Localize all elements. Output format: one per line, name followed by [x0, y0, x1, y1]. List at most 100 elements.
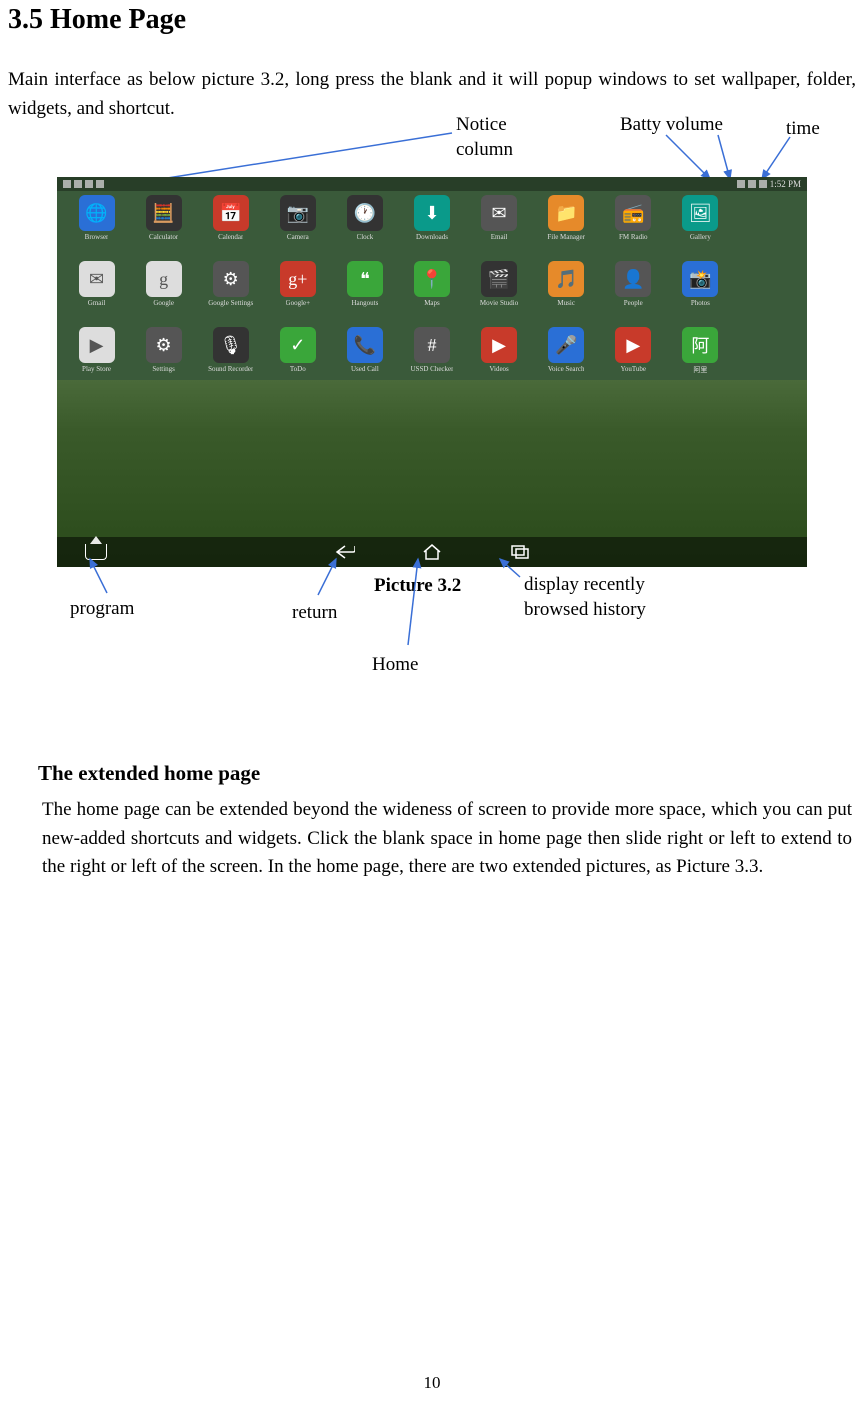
app-label: Play Store: [82, 365, 111, 373]
notification-icon: [96, 180, 104, 188]
app-icon[interactable]: 📸Photos: [669, 261, 732, 323]
app-glyph-icon: 阿: [682, 327, 718, 363]
app-icon: [736, 261, 799, 323]
app-icon[interactable]: #USSD Checker: [400, 327, 463, 389]
app-label: FM Radio: [619, 233, 648, 241]
navigation-bar: [57, 537, 807, 567]
app-label: 阿里: [693, 365, 707, 375]
app-label: Used Call: [351, 365, 379, 373]
app-icon[interactable]: 📍 Maps: [400, 261, 463, 323]
app-icon[interactable]: 📅 Calendar: [199, 195, 262, 257]
app-icon[interactable]: ❝ Hangouts: [333, 261, 396, 323]
app-glyph-icon: #: [414, 327, 450, 363]
app-label: Photos: [691, 299, 710, 307]
app-icon[interactable]: 📷Camera: [266, 195, 329, 257]
app-icon[interactable]: 📻 FM Radio: [602, 195, 665, 257]
app-icon[interactable]: 📁File Manager: [535, 195, 598, 257]
app-icon[interactable]: ✓ToDo: [266, 327, 329, 389]
app-icon[interactable]: 🌐 Browser: [65, 195, 128, 257]
app-glyph-icon: ⬇: [414, 195, 450, 231]
app-glyph-icon: 🧮: [146, 195, 182, 231]
app-glyph-icon: 📷: [280, 195, 316, 231]
app-icon[interactable]: ⬇ Downloads: [400, 195, 463, 257]
app-icon[interactable]: 🎵 Music: [535, 261, 598, 323]
section-heading: 3.5 Home Page: [8, 4, 864, 36]
app-icon[interactable]: ▶YouTube: [602, 327, 665, 389]
app-label: Voice Search: [548, 365, 585, 373]
app-icon: [736, 327, 799, 389]
app-label: Sound Recorder: [208, 365, 253, 373]
app-glyph-icon: g+: [280, 261, 316, 297]
app-glyph-icon: 🌐: [79, 195, 115, 231]
sub-heading: The extended home page: [38, 761, 864, 786]
label-return: return: [292, 601, 337, 626]
app-icon: [736, 195, 799, 257]
app-label: Movie Studio: [480, 299, 518, 307]
notification-icon: [85, 180, 93, 188]
app-icon[interactable]: 阿阿里: [669, 327, 732, 389]
app-label: Hangouts: [351, 299, 378, 307]
app-glyph-icon: 🕐: [347, 195, 383, 231]
body-paragraph-2: The home page can be extended beyond the…: [42, 796, 852, 882]
clock-text: 1:52 PM: [770, 179, 801, 189]
app-glyph-icon: ⚙: [213, 261, 249, 297]
app-glyph-icon: 🎵: [548, 261, 584, 297]
app-label: Downloads: [416, 233, 448, 241]
app-glyph-icon: 📅: [213, 195, 249, 231]
notification-area[interactable]: [63, 180, 104, 188]
back-button[interactable]: [330, 542, 358, 562]
app-glyph-icon: ▶: [481, 327, 517, 363]
label-batty-volume: Batty volume: [620, 113, 723, 138]
app-icon[interactable]: 📞Used Call: [333, 327, 396, 389]
app-label: Music: [557, 299, 575, 307]
app-glyph-icon: g: [146, 261, 182, 297]
signal-icon: [737, 180, 745, 188]
figure-caption: Picture 3.2: [374, 575, 461, 597]
label-time: time: [786, 117, 820, 142]
app-glyph-icon: ✉: [79, 261, 115, 297]
app-icon[interactable]: 🧮Calculator: [132, 195, 195, 257]
recent-apps-button[interactable]: [506, 542, 534, 562]
app-icon[interactable]: g+Google+: [266, 261, 329, 323]
app-icon[interactable]: 👤People: [602, 261, 665, 323]
app-icon[interactable]: 🎬 Movie Studio: [468, 261, 531, 323]
app-glyph-icon: ❝: [347, 261, 383, 297]
label-notice-column: Notice column: [456, 113, 536, 162]
home-button[interactable]: [418, 542, 446, 562]
app-icon[interactable]: ▶ Videos: [468, 327, 531, 389]
app-label: Browser: [85, 233, 109, 241]
app-icon[interactable]: ✉Gmail: [65, 261, 128, 323]
app-glyph-icon: 🎤: [548, 327, 584, 363]
app-label: Google: [153, 299, 174, 307]
program-icon[interactable]: [85, 544, 107, 560]
app-icon[interactable]: 🎙Sound Recorder: [199, 327, 262, 389]
app-icon[interactable]: 🎤 Voice Search: [535, 327, 598, 389]
app-icon[interactable]: ⚙Google Settings: [199, 261, 262, 323]
app-grid[interactable]: 🌐 Browser 🧮Calculator 📅 Calendar 📷Camera🕐Cloc…: [65, 195, 799, 389]
app-icon[interactable]: ⚙ Settings: [132, 327, 195, 389]
app-icon[interactable]: g Google: [132, 261, 195, 323]
page-number: 10: [0, 1373, 864, 1393]
system-icons: 1:52 PM: [737, 179, 801, 189]
app-label: Calendar: [218, 233, 243, 241]
app-glyph-icon: ▶: [615, 327, 651, 363]
app-label: Videos: [489, 365, 508, 373]
app-glyph-icon: 📁: [548, 195, 584, 231]
app-icon[interactable]: ✉Email: [468, 195, 531, 257]
app-glyph-icon: 🎬: [481, 261, 517, 297]
app-glyph-icon: 📻: [615, 195, 651, 231]
app-icon[interactable]: 🕐Clock: [333, 195, 396, 257]
app-label: Maps: [424, 299, 440, 307]
status-bar[interactable]: 1:52 PM: [57, 177, 807, 191]
app-label: Settings: [152, 365, 175, 373]
label-recent: display recently browsed history: [524, 573, 684, 622]
app-icon[interactable]: 🖼Gallery: [669, 195, 732, 257]
app-icon[interactable]: ▶Play Store: [65, 327, 128, 389]
notification-icon: [63, 180, 71, 188]
app-glyph-icon: 📍: [414, 261, 450, 297]
top-annotations: Notice column Batty volume time: [0, 113, 864, 173]
app-glyph-icon: ⚙: [146, 327, 182, 363]
app-label: ToDo: [290, 365, 306, 373]
bottom-annotations: Picture 3.2 program return Home display …: [0, 567, 864, 697]
android-home-screenshot: 1:52 PM 🌐 Browser 🧮Calculator 📅 Calendar 📷Cam…: [57, 177, 807, 567]
